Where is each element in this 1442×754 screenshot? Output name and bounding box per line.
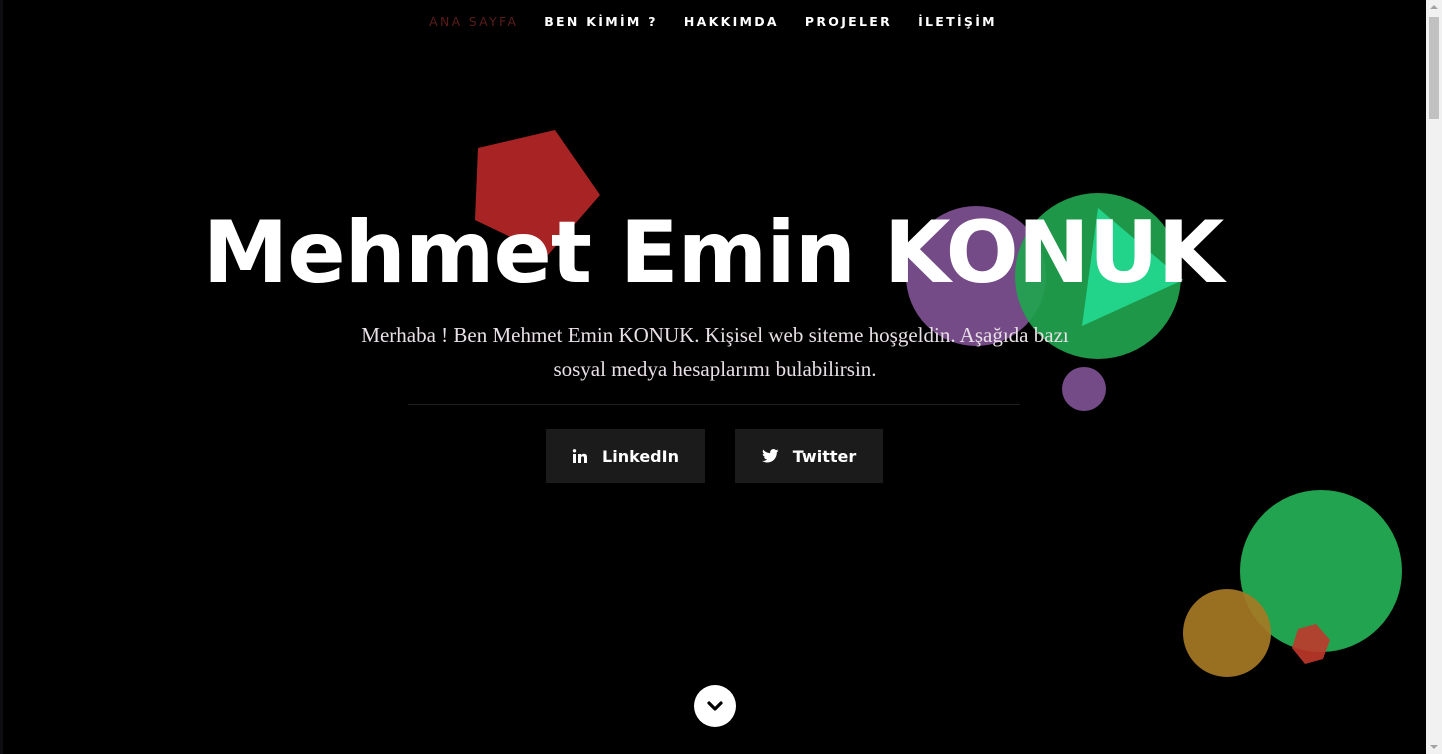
nav-item-ben-kimim[interactable]: BEN KİMİM ? xyxy=(531,14,671,30)
top-nav: ANA SAYFA BEN KİMİM ? HAKKIMDA PROJELER … xyxy=(0,14,1426,30)
linkedin-icon xyxy=(572,448,588,464)
nav-item-hakkimda[interactable]: HAKKIMDA xyxy=(671,14,792,30)
hero-intro-text: Merhaba ! Ben Mehmet Emin KONUK. Kişisel… xyxy=(361,323,1069,381)
nav-item-iletisim[interactable]: İLETİŞİM xyxy=(905,14,1010,30)
chevron-down-icon xyxy=(707,700,723,712)
nav-item-ana-sayfa[interactable]: ANA SAYFA xyxy=(416,14,531,30)
gold-circle-shape xyxy=(1183,589,1271,677)
hero-title: Mehmet Emin KONUK xyxy=(202,203,1224,303)
vertical-scrollbar[interactable] xyxy=(1426,0,1442,754)
hero-divider xyxy=(408,404,1020,405)
nav-item-projeler[interactable]: PROJELER xyxy=(792,14,905,30)
linkedin-button[interactable]: LinkedIn xyxy=(546,429,705,483)
twitter-button[interactable]: Twitter xyxy=(735,429,883,483)
twitter-icon xyxy=(761,449,779,463)
page: ANA SAYFA BEN KİMİM ? HAKKIMDA PROJELER … xyxy=(0,0,1426,754)
scrollbar-thumb[interactable] xyxy=(1429,17,1439,119)
scroll-down-button[interactable] xyxy=(694,685,736,727)
twitter-button-label: Twitter xyxy=(792,446,857,466)
scroll-down-arrow-icon[interactable] xyxy=(1430,745,1438,749)
linkedin-button-label: LinkedIn xyxy=(602,446,679,466)
scroll-up-arrow-icon[interactable] xyxy=(1430,5,1438,9)
